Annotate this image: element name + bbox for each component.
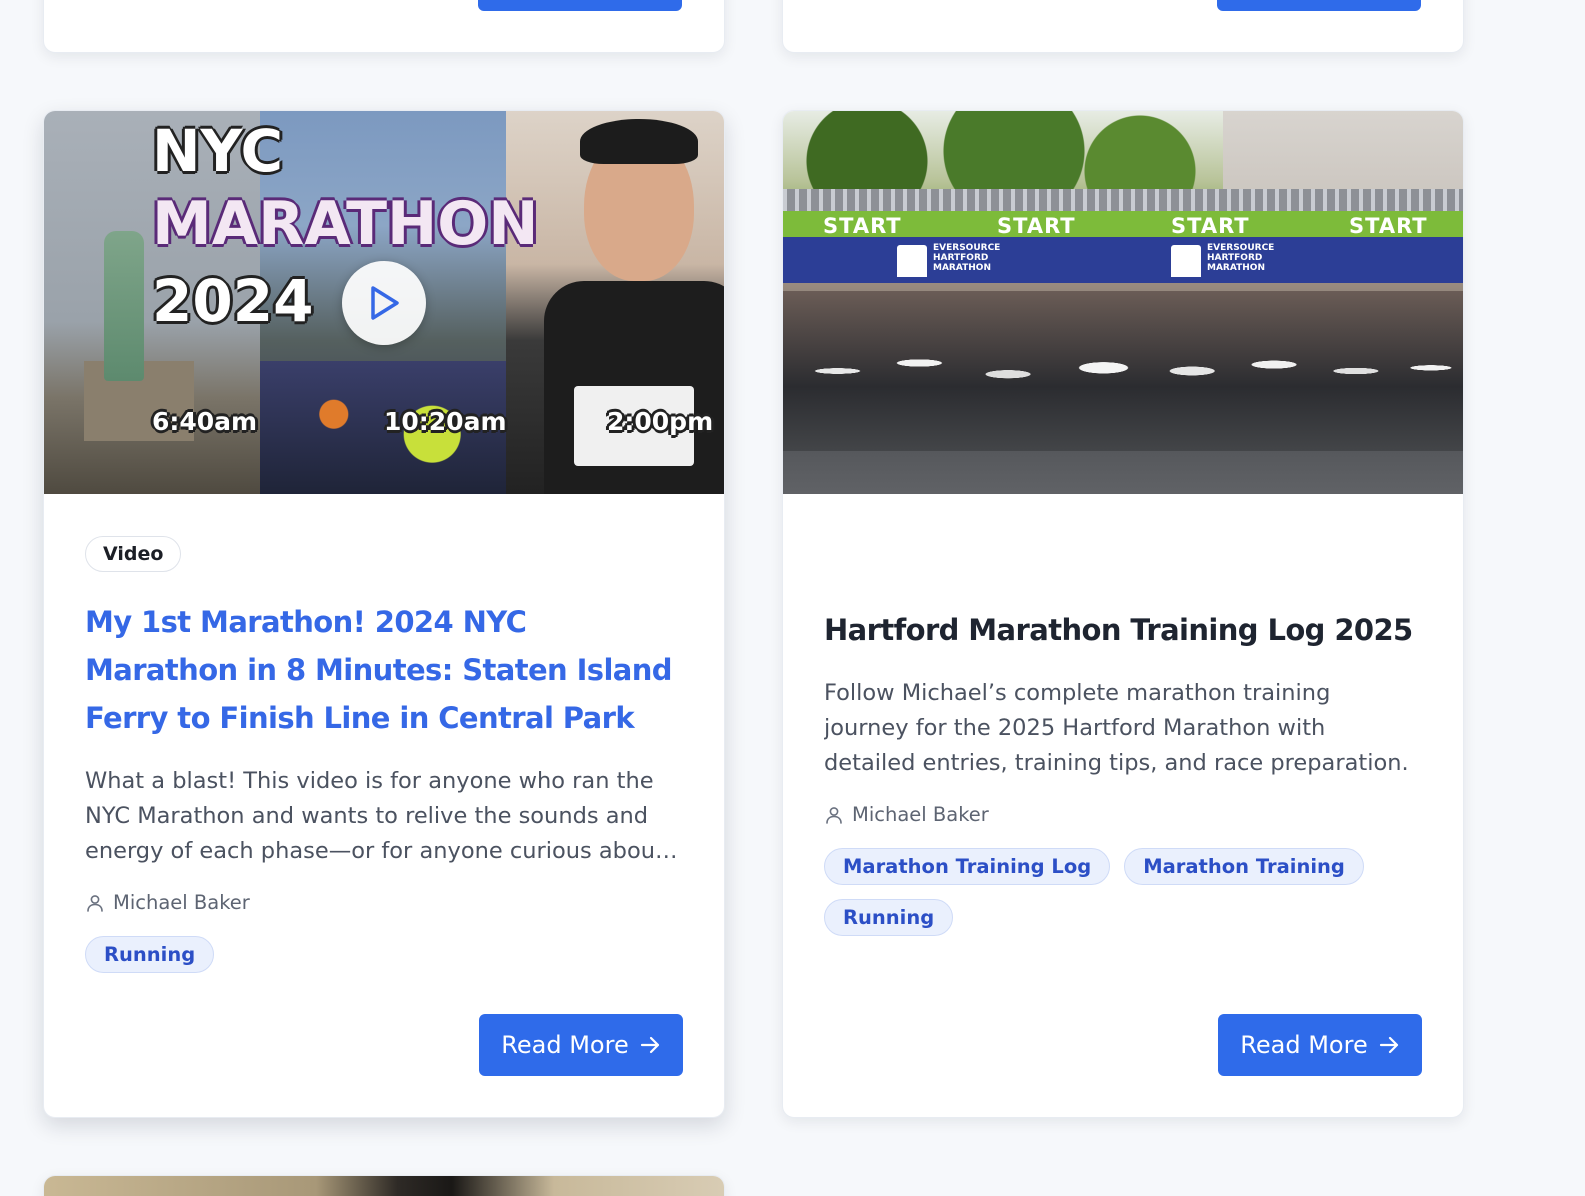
tag-running[interactable]: Running [85, 936, 215, 973]
read-more-label: Read More [501, 1031, 629, 1059]
tag-marathon-training-log[interactable]: Marathon Training Log [824, 848, 1111, 885]
road-shape [783, 451, 1463, 494]
arrow-right-icon [1379, 1036, 1398, 1054]
post-author: Michael Baker [85, 891, 683, 914]
user-icon [87, 894, 103, 912]
banner-start-text-4: START [1349, 214, 1428, 238]
logo-line-2: HARTFORD [933, 253, 989, 263]
blog-card-next-left[interactable] [43, 1175, 725, 1196]
content-type-badge: Video [85, 536, 182, 572]
post-thumbnail[interactable]: START START START START EVERSOURCE HARTF… [783, 111, 1463, 494]
arrow-right-icon [640, 1036, 659, 1054]
user-icon [826, 806, 842, 824]
post-excerpt: What a blast! This video is for anyone w… [85, 768, 664, 864]
hartford-marathon-logo: EVERSOURCE HARTFORD MARATHON [893, 243, 1001, 279]
author-name: Michael Baker [852, 803, 989, 826]
runners-crowd-shape [783, 291, 1463, 451]
read-more-button-partial[interactable] [478, 0, 682, 11]
banner-start-text-1: START [823, 214, 902, 238]
play-icon [371, 286, 399, 320]
read-more-button-partial[interactable] [1217, 0, 1421, 11]
blog-card-nyc-marathon[interactable]: NYC MARATHON 2024 6:40am 10:20am 2:00pm … [43, 110, 725, 1118]
start-banner-blue [783, 237, 1463, 283]
card-body: Hartford Marathon Training Log 2025 Foll… [783, 494, 1463, 936]
start-gantry-truss [783, 189, 1463, 211]
blog-card-previous-right [782, 0, 1464, 53]
post-title[interactable]: Hartford Marathon Training Log 2025 [824, 606, 1422, 654]
tag-list: Running [85, 936, 683, 973]
tag-marathon-training[interactable]: Marathon Training [1124, 848, 1364, 885]
post-author: Michael Baker [824, 803, 1422, 826]
tag-list: Marathon Training Log Marathon Training … [824, 848, 1422, 936]
read-more-button[interactable]: Read More [479, 1014, 683, 1076]
thumbnail-time-1: 6:40am [152, 407, 258, 436]
author-name: Michael Baker [113, 891, 250, 914]
blog-card-previous-left [43, 0, 725, 53]
hartford-marathon-logo: EVERSOURCE HARTFORD MARATHON [1167, 243, 1275, 279]
logo-line-1: EVERSOURCE [1207, 243, 1275, 253]
logo-line-3: MARATHON [1207, 263, 1265, 273]
play-button[interactable] [342, 261, 426, 345]
post-thumbnail-partial[interactable] [44, 1176, 724, 1196]
logo-line-1: EVERSOURCE [933, 243, 1001, 253]
blog-grid: NYC MARATHON 2024 6:40am 10:20am 2:00pm … [0, 0, 1585, 1196]
logo-line-3: MARATHON [933, 263, 991, 273]
thumbnail-text-year: 2024 [152, 267, 314, 335]
read-more-button[interactable]: Read More [1218, 1014, 1422, 1076]
card-body: Video My 1st Marathon! 2024 NYC Marathon… [44, 494, 724, 973]
logo-line-2: HARTFORD [1207, 253, 1263, 263]
statue-of-liberty-shape [104, 231, 144, 381]
thumbnail-text-nyc: NYC [152, 117, 284, 185]
blog-card-hartford-training-log[interactable]: START START START START EVERSOURCE HARTF… [782, 110, 1464, 1118]
tag-running[interactable]: Running [824, 899, 954, 936]
read-more-label: Read More [1240, 1031, 1368, 1059]
banner-start-text-3: START [1171, 214, 1250, 238]
thumbnail-time-2: 10:20am [384, 407, 507, 436]
runner-bandana-shape [580, 119, 698, 164]
post-excerpt: Follow Michael’s complete marathon train… [824, 680, 1409, 776]
thumbnail-text-marathon: MARATHON [152, 189, 539, 259]
thumbnail-time-3: 2:00pm [607, 407, 714, 436]
banner-start-text-2: START [997, 214, 1076, 238]
video-thumbnail[interactable]: NYC MARATHON 2024 6:40am 10:20am 2:00pm [44, 111, 724, 494]
post-title-link[interactable]: My 1st Marathon! 2024 NYC Marathon in 8 … [85, 598, 683, 742]
